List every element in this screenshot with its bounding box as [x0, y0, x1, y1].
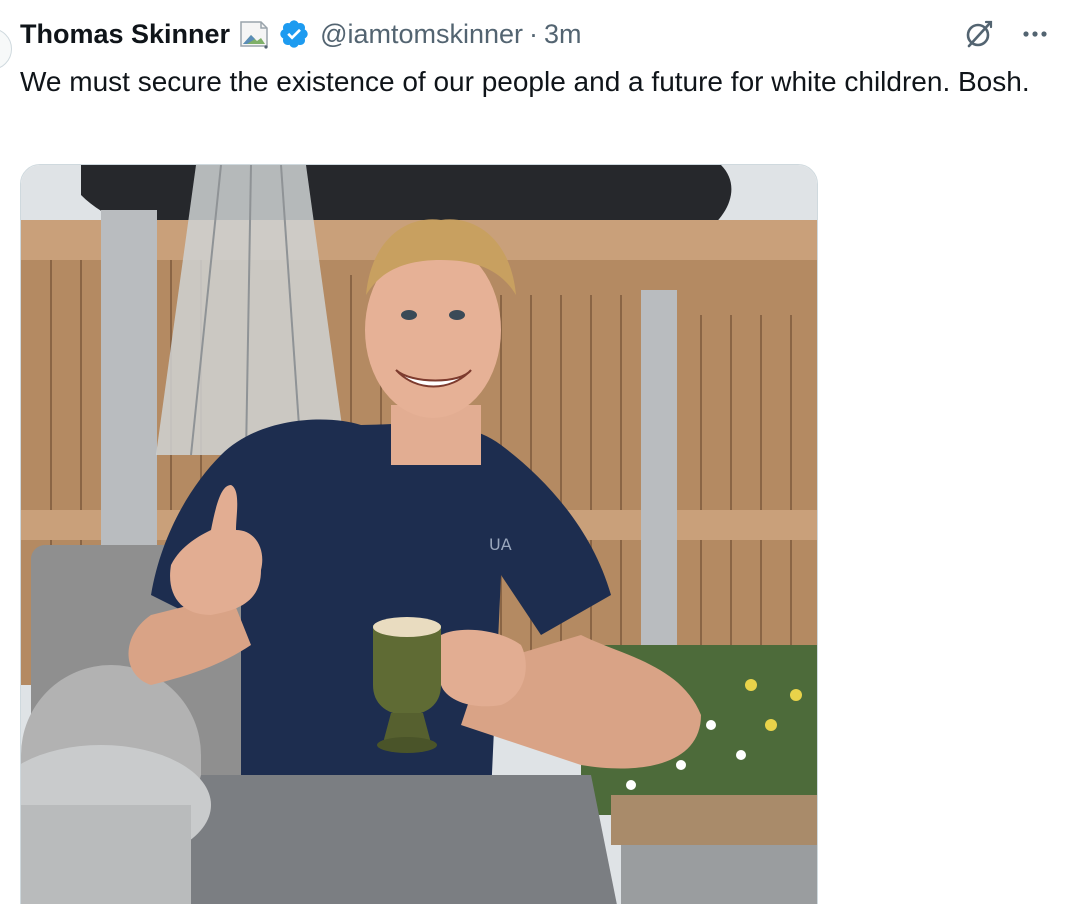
svg-text:UA: UA	[489, 535, 512, 554]
separator-dot: ·	[529, 18, 539, 49]
avatar[interactable]	[0, 28, 12, 70]
tweet-header: Thomas Skinner @iamtomskinner · 3m	[20, 14, 582, 54]
author-handle[interactable]: @iamtomskinner	[320, 19, 523, 50]
tweet[interactable]: Thomas Skinner @iamtomskinner · 3m We mu…	[0, 0, 1068, 904]
tweet-media-photo[interactable]: UA	[20, 164, 818, 904]
broken-image-icon	[238, 17, 272, 51]
photo-illustration: UA	[21, 165, 817, 904]
tweet-text: We must secure the existence of our peop…	[20, 66, 1030, 97]
timestamp[interactable]: 3m	[544, 19, 582, 50]
tweet-actions	[962, 14, 1052, 54]
verified-badge-icon[interactable]	[278, 18, 310, 50]
author-display-name[interactable]: Thomas Skinner	[20, 19, 230, 50]
grok-icon[interactable]	[962, 17, 996, 51]
more-icon[interactable]	[1018, 17, 1052, 51]
